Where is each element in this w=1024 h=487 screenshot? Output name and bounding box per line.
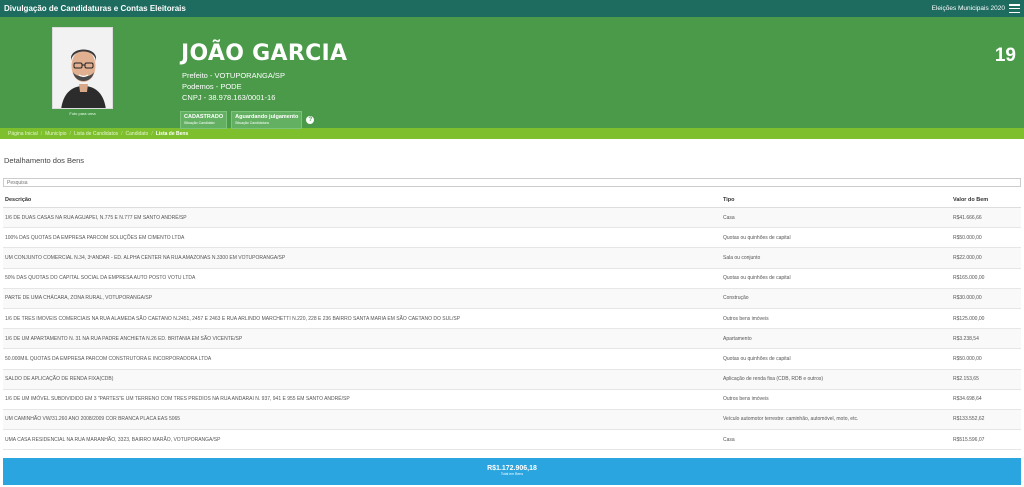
header-description[interactable]: Descrição (3, 197, 723, 203)
cell-value: R$2.153,65 (953, 376, 979, 383)
candidate-photo (52, 27, 113, 109)
breadcrumb-separator: / (121, 130, 123, 137)
table-row: UM CAMINHÃO VW/31.260 ANO 2008/2009 COR … (3, 409, 1021, 431)
cell-value: R$22.000,00 (953, 254, 982, 261)
topbar-right: Eleições Municipais 2020 (932, 4, 1020, 13)
election-label: Eleições Municipais 2020 (931, 5, 1005, 12)
breadcrumb-separator: / (40, 130, 43, 137)
cell-value: R$3.238,54 (953, 335, 979, 342)
candidate-number: 19 (994, 45, 1016, 66)
person-photo-icon (53, 28, 112, 108)
total-assets-bar: R$1.172.906,18 Total em Bens (3, 458, 1021, 485)
cell-type: Apartamento (723, 335, 752, 342)
cell-type: Outros bens imóveis (723, 315, 769, 322)
table-row: UM CONJUNTO COMERCIAL N.34, 3ºANDAR - ED… (3, 248, 1021, 269)
cell-value: R$125.000,00 (953, 315, 985, 322)
cell-value: R$50.000,00 (953, 355, 982, 362)
table-header: Descrição Tipo Valor do Bem (3, 192, 1021, 208)
cell-type: Quotas ou quinhões de capital (723, 275, 791, 282)
cell-description: 1/6 DE DUAS CASAS NA RUA AGUAPEI, N.775 … (5, 214, 187, 221)
total-amount: R$1.172.906,18 (487, 465, 537, 472)
top-bar: Divulgação de Candidaturas e Contas Elei… (0, 0, 1024, 17)
cell-value: R$165.000,00 (953, 275, 985, 282)
breadcrumb-current: Lista de Bens (155, 130, 189, 137)
table-row: UMA CASA RESIDENCIAL NA RUA MARANHÃO, 33… (3, 430, 1021, 451)
cell-type: Construção (723, 295, 749, 302)
photo-caption: Foto para urna (69, 111, 96, 116)
candidate-cnpj: CNPJ - 38.978.163/0001-16 (182, 93, 276, 102)
candidate-name: JOÃO GARCIA (181, 41, 348, 66)
breadcrumb-home[interactable]: Página Inicial (8, 131, 38, 137)
cell-value: R$30.000,00 (953, 295, 982, 302)
assets-table: Descrição Tipo Valor do Bem 1/6 DE DUAS … (3, 192, 1021, 451)
cell-value: R$34.698,64 (953, 396, 982, 403)
cell-type: Outros bens imóveis (723, 396, 769, 403)
menu-icon[interactable] (1009, 4, 1020, 13)
cell-value: R$133.552,62 (953, 416, 985, 423)
table-row: PARTE DE UMA CHÁCARA, ZONA RURAL, VOTUPO… (3, 288, 1021, 309)
table-row: 50.000MIL QUOTAS DA EMPRESA PARCOM CONST… (3, 349, 1021, 370)
breadcrumb-municipio[interactable]: Município (45, 131, 66, 137)
cell-description: UM CAMINHÃO VW/31.260 ANO 2008/2009 COR … (5, 416, 181, 423)
cell-value: R$50.000,00 (953, 234, 982, 241)
breadcrumb-separator: / (151, 130, 153, 137)
cell-description: 50% DAS QUOTAS DO CAPITAL SOCIAL DA EMPR… (5, 275, 196, 282)
cell-description: 1/6 DE UM APARTAMENTO N. 31 NA RUA PADRE… (5, 335, 243, 342)
cell-description: 1/6 DE UM IMÓVEL SUBDIVIDIDO EM 3 "PARTE… (5, 396, 350, 403)
cell-type: Casa (723, 214, 735, 221)
candidate-info: Prefeito - VOTUPORANGA/SP Podemos - PODE… (182, 70, 285, 103)
cell-type: Quotas ou quinhões de capital (723, 355, 791, 362)
badge-sub: Situação Candidatura (235, 121, 269, 125)
search-input[interactable] (3, 178, 1021, 187)
candidate-party: Podemos - PODE (182, 82, 242, 91)
cell-description: PARTE DE UMA CHÁCARA, ZONA RURAL, VOTUPO… (5, 295, 153, 302)
header-type[interactable]: Tipo (723, 197, 953, 203)
candidate-status-badge[interactable]: CADASTRADO Situação Candidato (180, 111, 228, 129)
header-value[interactable]: Valor do Bem (953, 197, 1021, 203)
cell-description: UM CONJUNTO COMERCIAL N.34, 3ºANDAR - ED… (5, 254, 286, 261)
cell-type: Casa (723, 436, 735, 443)
cell-description: 100% DAS QUOTAS DA EMPRESA PARCOM SOLUÇÕ… (5, 234, 185, 241)
candidate-header: Foto para urna JOÃO GARCIA Prefeito - VO… (0, 17, 1024, 129)
app-title: Divulgação de Candidaturas e Contas Elei… (4, 4, 186, 13)
cell-type: Sala ou conjunto (723, 254, 761, 261)
cell-description: UMA CASA RESIDENCIAL NA RUA MARANHÃO, 33… (5, 436, 221, 443)
cell-description: 50.000MIL QUOTAS DA EMPRESA PARCOM CONST… (5, 355, 212, 362)
breadcrumb-candidate-list[interactable]: Lista de Candidatos (74, 131, 118, 137)
table-row: 1/6 DE DUAS CASAS NA RUA AGUAPEI, N.775 … (3, 208, 1021, 229)
table-row: 1/6 DE UM APARTAMENTO N. 31 NA RUA PADRE… (3, 329, 1021, 350)
candidate-photo-block: Foto para urna (52, 27, 113, 126)
candidate-office: Prefeito - VOTUPORANGA/SP (182, 71, 285, 80)
status-badges: CADASTRADO Situação Candidato Aguardando… (180, 111, 315, 129)
breadcrumb: Página Inicial / Município / Lista de Ca… (0, 128, 1024, 139)
cell-value: R$515.596,07 (953, 436, 985, 443)
cell-type: Quotas ou quinhões de capital (723, 234, 791, 241)
breadcrumb-separator: / (69, 130, 71, 137)
help-icon[interactable]: ? (306, 116, 315, 124)
table-row: 1/6 DE UM IMÓVEL SUBDIVIDIDO EM 3 "PARTE… (3, 390, 1021, 410)
cell-value: R$41.666,66 (953, 214, 982, 221)
cell-type: Veículo automotor terrestre: caminhão, a… (723, 416, 859, 423)
breadcrumb-candidate[interactable]: Candidato (126, 131, 149, 137)
cell-description: 1/6 DE TRES IMOVEIS COMERCIAIS NA RUA AL… (5, 315, 461, 322)
table-row: 50% DAS QUOTAS DO CAPITAL SOCIAL DA EMPR… (3, 269, 1021, 289)
table-row: 1/6 DE TRES IMOVEIS COMERCIAIS NA RUA AL… (3, 309, 1021, 330)
table-row: 100% DAS QUOTAS DA EMPRESA PARCOM SOLUÇÕ… (3, 228, 1021, 249)
cell-type: Aplicação de renda fixa (CDB, RDB e outr… (723, 376, 824, 383)
table-row: SALDO DE APLICAÇÃO DE RENDA FIXA(CDB) Apl… (3, 369, 1021, 390)
badge-sub: Situação Candidato (184, 121, 215, 125)
cell-description: SALDO DE APLICAÇÃO DE RENDA FIXA(CDB) (5, 376, 114, 383)
table-body: 1/6 DE DUAS CASAS NA RUA AGUAPEI, N.775 … (3, 208, 1021, 451)
section-title: Detalhamento dos Bens (4, 156, 85, 165)
total-label: Total em Bens (500, 472, 524, 476)
candidacy-status-badge[interactable]: Aguardando julgamento Situação Candidatu… (231, 111, 303, 129)
